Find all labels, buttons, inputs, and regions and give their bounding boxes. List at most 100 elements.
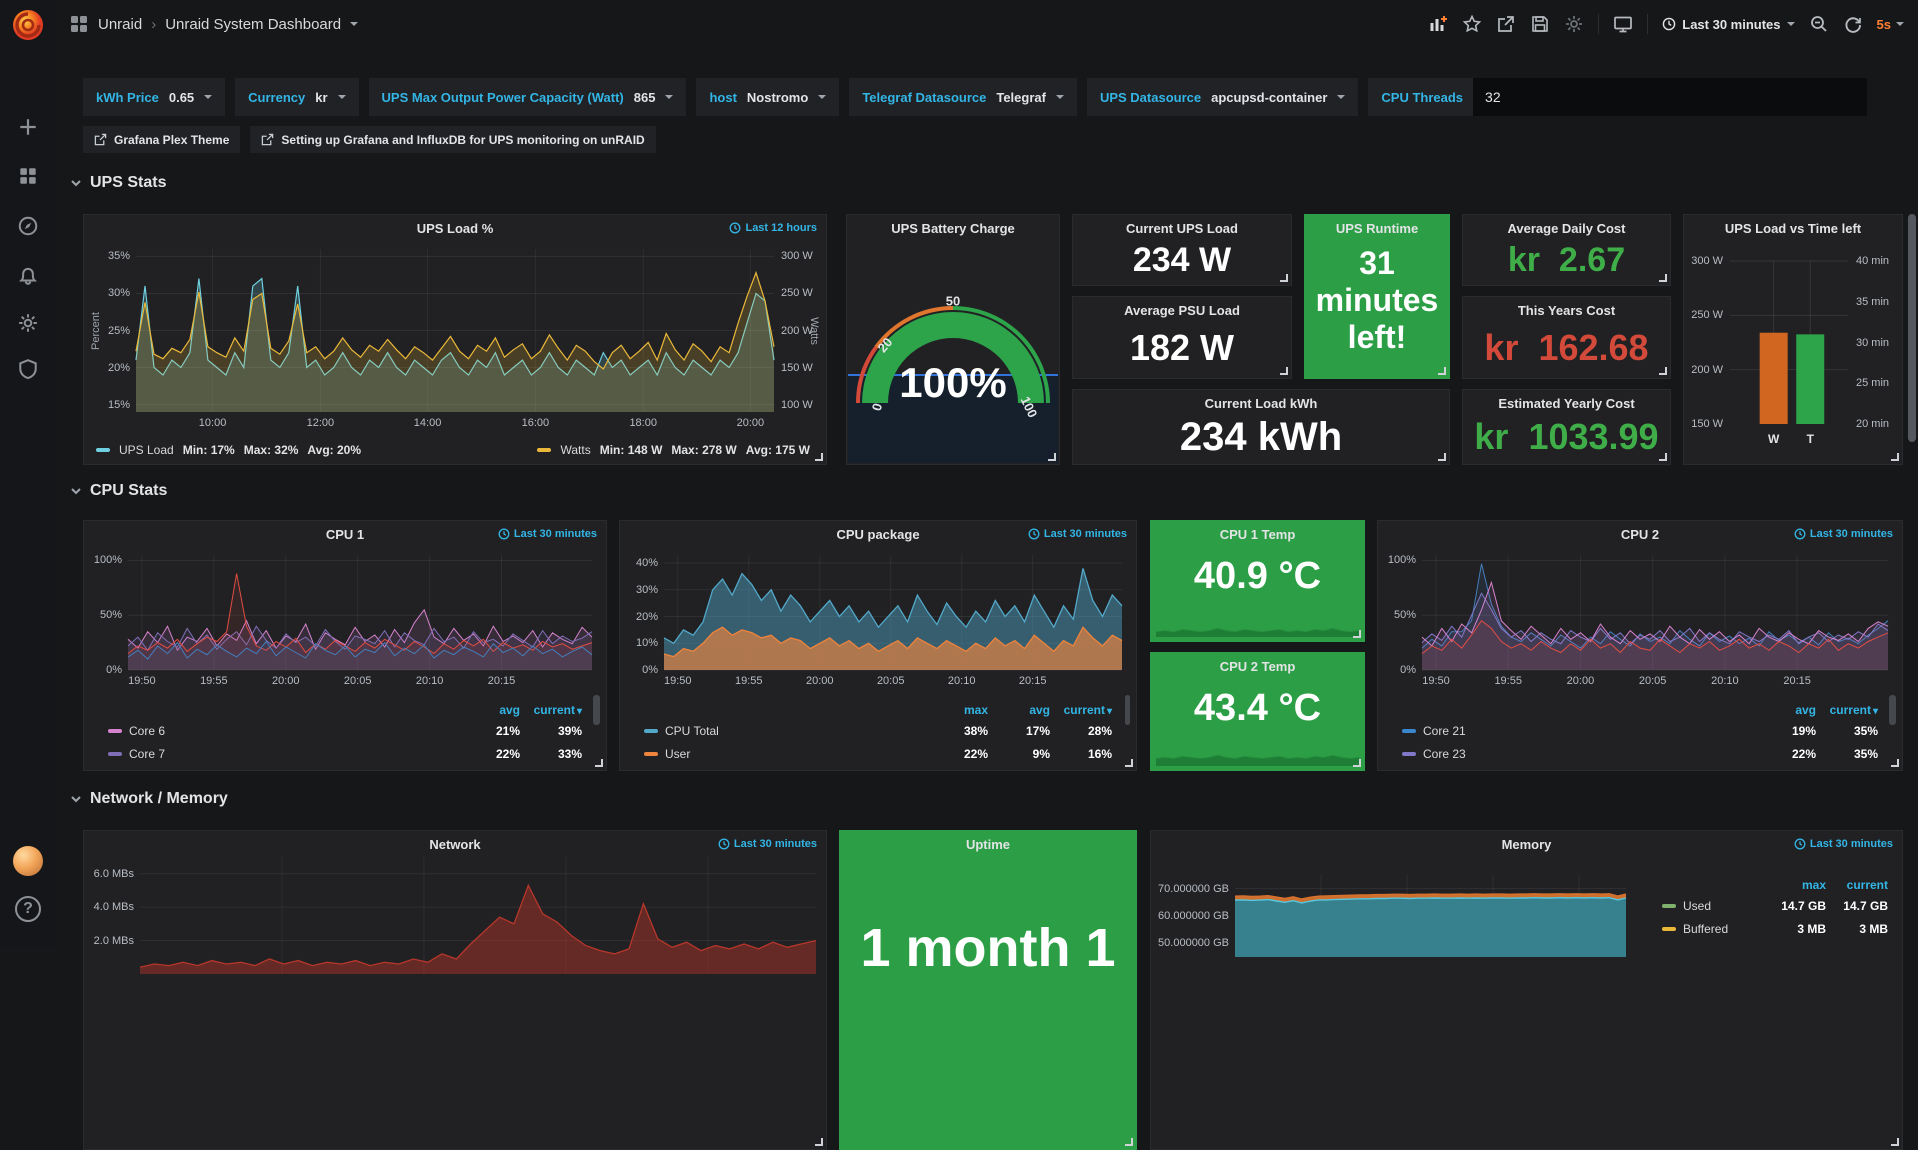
panel-time-badge[interactable]: Last 30 minutes [498,528,597,540]
breadcrumb-section[interactable]: Unraid [98,16,142,33]
variable-value[interactable]: apcupsd-container [1211,90,1327,105]
share-icon[interactable] [1496,14,1516,34]
legend-series-name[interactable]: UPS Load [119,443,174,457]
legend-scrollbar[interactable] [1889,695,1896,725]
page-scrollbar-thumb[interactable] [1908,214,1916,442]
dashboard-settings-gear-icon[interactable] [1564,14,1584,34]
variable-ups-max-output-power-capacity-watt-[interactable]: UPS Max Output Power Capacity (Watt)865 [369,78,687,116]
legend-series-name[interactable]: Core 23 [1388,747,1754,761]
variable-value[interactable]: 0.65 [169,90,194,105]
variable-currency[interactable]: Currencykr [235,78,358,116]
variable-telegraf-datasource[interactable]: Telegraf DatasourceTelegraf [849,78,1077,116]
panel-title[interactable]: Current Load kWh [1073,390,1449,416]
add-icon[interactable] [17,116,39,138]
panel-title[interactable]: Average Daily Cost [1463,215,1670,241]
panel-title[interactable]: CPU 2 Temp [1151,653,1364,679]
axis-label: 30% [108,287,130,299]
legend-series-name[interactable]: Used [1648,899,1764,913]
variable-ups-datasource[interactable]: UPS Datasourceapcupsd-container [1087,78,1358,116]
panel-time-badge[interactable]: Last 30 minutes [1794,528,1893,540]
variable-host[interactable]: hostNostromo [696,78,839,116]
panel-title[interactable]: Average PSU Load [1073,297,1291,323]
legend-value: 38% [926,724,988,738]
legend-series-name[interactable]: Watts [560,443,590,457]
variable-input[interactable]: 32 [1473,78,1867,116]
panel-time-badge[interactable]: Last 30 minutes [1794,838,1893,850]
memory-chart[interactable]: 50.000000 GB60.000000 GB70.000000 GB [1151,857,1630,1149]
variable-value[interactable]: kr [315,90,327,105]
zoom-out-icon[interactable] [1809,14,1829,34]
explore-icon[interactable] [17,215,39,237]
ups-load-vs-time-chart[interactable]: 150 W200 W250 W300 W20 min25 min30 min35… [1684,241,1902,464]
star-icon[interactable] [1462,14,1482,34]
variable-value[interactable]: Nostromo [747,90,808,105]
time-range-picker[interactable]: Last 30 minutes [1662,17,1794,32]
legend-series-name[interactable]: Core 6 [94,724,458,738]
chevron-down-icon[interactable] [350,22,358,26]
refresh-interval-dropdown[interactable]: 5s [1877,17,1904,32]
configuration-gear-icon[interactable] [17,312,39,334]
panel-title[interactable]: This Years Cost [1463,297,1670,323]
legend-series-name[interactable]: Buffered [1648,922,1764,936]
cpu-package-chart[interactable]: 0%10%20%30%40%19:5019:5520:0020:0520:102… [620,547,1136,690]
legend-sort-current[interactable]: current▾ [520,703,582,717]
admin-shield-icon[interactable] [17,358,39,380]
variable-value[interactable]: Telegraf [996,90,1046,105]
network-chart[interactable]: 2.0 MBs4.0 MBs6.0 MBs [84,857,826,1149]
section-ups-stats[interactable]: UPS Stats [70,174,166,192]
save-icon[interactable] [1530,14,1550,34]
legend-sort-max[interactable]: max [926,703,988,717]
panel-time-badge[interactable]: Last 30 minutes [1028,528,1127,540]
add-panel-icon[interactable] [1428,14,1448,34]
legend-sort-avg[interactable]: avg [458,703,520,717]
tv-view-icon[interactable] [1613,14,1633,34]
legend-sort-max[interactable]: max [1764,878,1826,892]
axis-label: 0% [1400,664,1416,676]
legend-sort-avg[interactable]: avg [1754,703,1816,717]
panel-title[interactable]: Network [84,831,826,857]
legend-sort-avg[interactable]: avg [988,703,1050,717]
legend-sort-current[interactable]: current▾ [1816,703,1878,717]
section-network-memory[interactable]: Network / Memory [70,790,228,808]
panel-title[interactable]: UPS Load vs Time left [1684,215,1902,241]
legend-scrollbar[interactable] [1125,695,1130,725]
panel-title[interactable]: CPU 1 Temp [1151,521,1364,547]
dashboards-icon[interactable] [17,165,39,187]
panel-title[interactable]: UPS Runtime [1305,215,1449,241]
variable-cpu-threads[interactable]: CPU Threads32 [1368,78,1867,116]
dashboard-link-plex-theme[interactable]: Grafana Plex Theme [83,126,240,153]
refresh-icon[interactable] [1843,14,1863,34]
legend-series-name[interactable]: CPU Total [630,724,926,738]
alerting-bell-icon[interactable] [17,264,39,286]
panel-time-badge[interactable]: Last 12 hours [729,222,817,234]
legend-scrollbar[interactable] [593,695,600,725]
legend-series-name[interactable]: Core 7 [94,747,458,761]
user-avatar[interactable] [13,846,43,876]
cpu2-chart[interactable]: 0%50%100%19:5019:5520:0020:0520:1020:15 [1378,547,1902,690]
legend-sort-current[interactable]: current [1826,878,1888,892]
legend-stat: Min: 148 W [600,443,663,457]
grafana-logo[interactable] [9,6,47,44]
section-cpu-stats[interactable]: CPU Stats [70,482,167,500]
breadcrumb-dashboard[interactable]: Unraid System Dashboard [165,16,341,33]
help-icon[interactable]: ? [15,896,41,922]
legend-series-name[interactable]: User [630,747,926,761]
clock-icon [1028,528,1040,540]
panel-time-badge[interactable]: Last 30 minutes [718,838,817,850]
panel-title[interactable]: Memory [1151,831,1902,857]
chevron-down-icon [1787,22,1795,26]
apps-grid-icon[interactable] [69,14,89,34]
panel-title[interactable]: UPS Battery Charge [847,215,1059,241]
legend-sort-current[interactable]: current▾ [1050,703,1112,717]
dashboard-link-ups-monitoring[interactable]: Setting up Grafana and InfluxDB for UPS … [250,126,655,153]
panel-title[interactable]: Current UPS Load [1073,215,1291,241]
gauge-scale-label: 50 [946,294,960,309]
legend-series-name[interactable]: Core 21 [1388,724,1754,738]
panel-title[interactable]: UPS Load % [84,215,826,241]
panel-title[interactable]: Estimated Yearly Cost [1463,390,1670,416]
cpu1-chart[interactable]: 0%50%100%19:5019:5520:0020:0520:1020:15 [84,547,606,690]
variable-kwh-price[interactable]: kWh Price0.65 [83,78,225,116]
ups-load-chart[interactable]: 15%20%25%30%35%100 W150 W200 W250 W300 W… [84,241,826,434]
panel-title[interactable]: Uptime [840,831,1136,857]
variable-value[interactable]: 865 [634,90,656,105]
